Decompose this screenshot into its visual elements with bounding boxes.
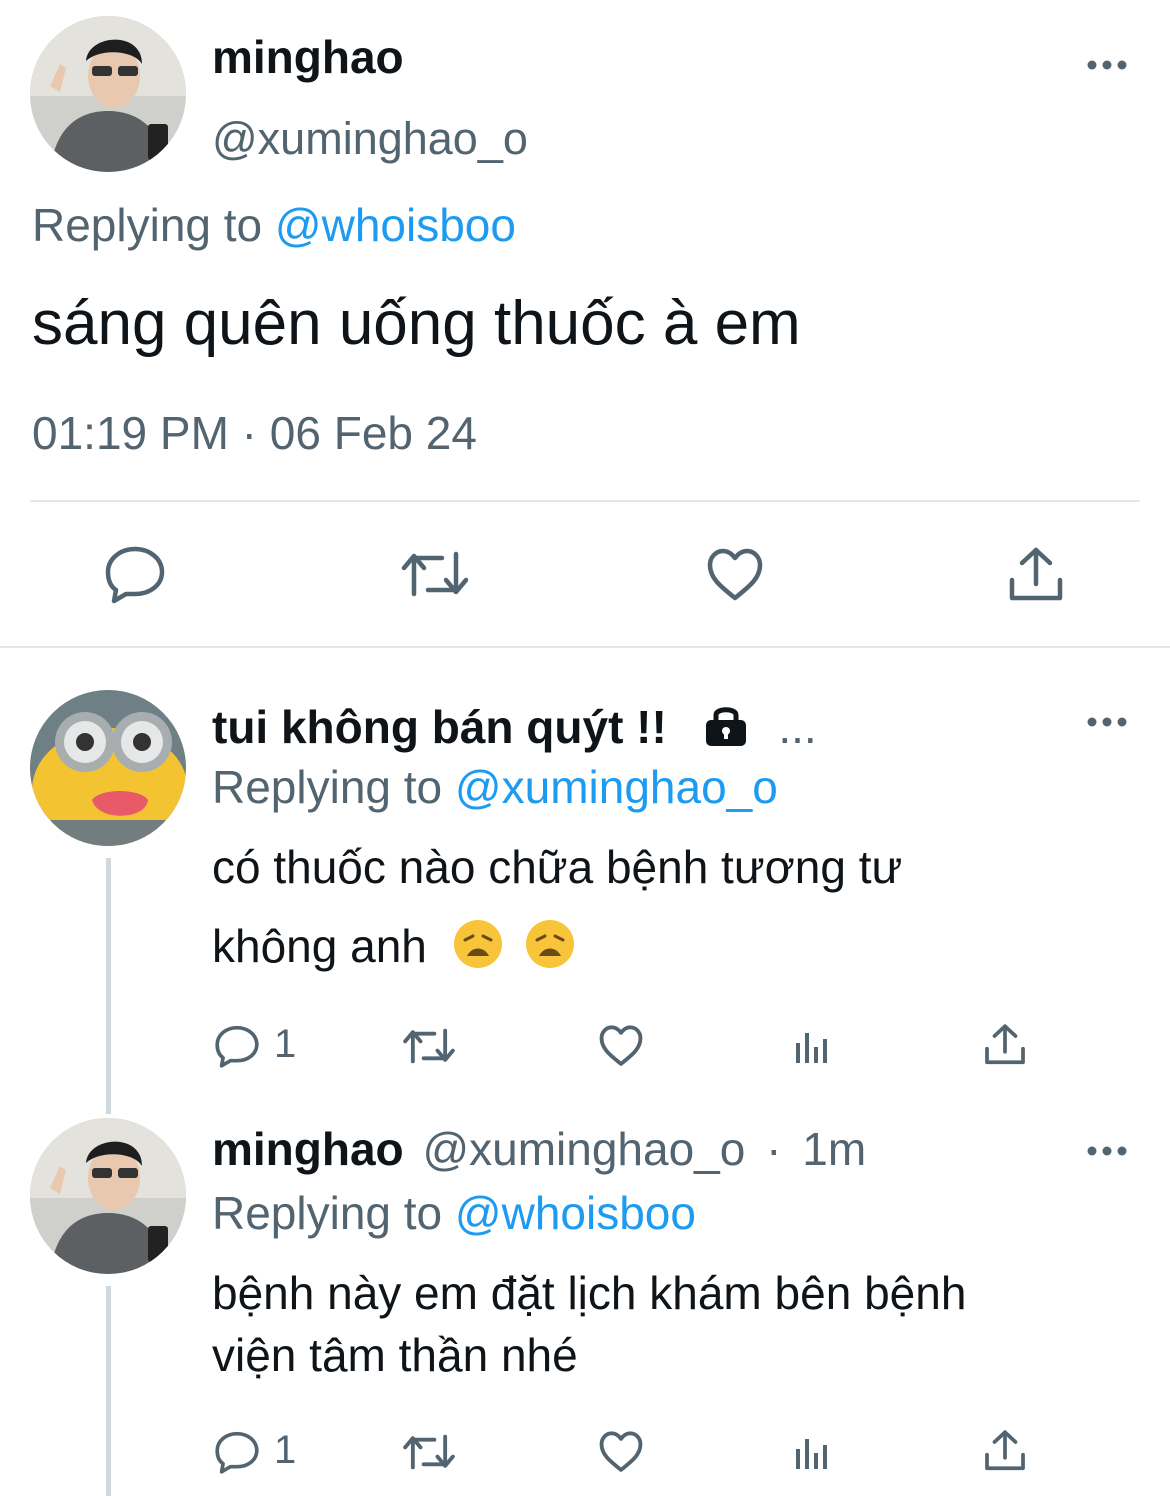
retweet-icon[interactable] [402,1026,456,1066]
reply-text-line: không anh [212,918,576,981]
replying-to-link[interactable]: @xuminghao_o [455,761,778,813]
name-truncation: ... [778,701,817,753]
reply-display-name[interactable]: tui không bán quýt !! ... [212,700,817,758]
reply-icon[interactable] [214,1430,260,1474]
reply-text-line-2: không anh [212,920,427,972]
reply-count: 1 [274,1428,297,1472]
thread-connector [106,1286,111,1496]
like-icon[interactable] [598,1025,644,1067]
reply-text-line: viện tâm thần nhé [212,1329,578,1381]
reply-avatar[interactable] [30,1118,186,1274]
reply-icon[interactable] [214,1024,260,1068]
replying-to-label: Replying to [212,1187,455,1239]
more-options-icon[interactable] [1086,715,1128,729]
replying-to-label: Replying to [212,761,455,813]
tweet-timestamp[interactable]: 01:19 PM · 06 Feb 24 [32,406,477,460]
like-icon[interactable] [706,548,764,602]
analytics-icon[interactable] [794,1027,832,1065]
reply-text-line: bệnh này em đặt lịch khám bên bệnh [212,1267,967,1319]
analytics-icon[interactable] [794,1433,832,1471]
author-avatar[interactable] [30,16,186,172]
share-icon[interactable] [984,1023,1026,1067]
reply-count: 1 [274,1022,297,1066]
replying-to-line: Replying to @whoisboo [212,1186,696,1240]
lock-icon [702,703,750,758]
retweet-icon[interactable] [400,548,470,600]
share-icon[interactable] [984,1429,1026,1473]
more-options-icon[interactable] [1086,1144,1128,1158]
thread-connector [106,858,111,1114]
reply-text-line: có thuốc nào chữa bệnh tương tư [212,841,903,893]
reply-header: minghao @xuminghao_o · 1m [212,1122,866,1176]
weary-emoji-icon [524,918,576,981]
share-icon[interactable] [1008,546,1064,604]
retweet-icon[interactable] [402,1432,456,1472]
action-bar-divider [30,500,1140,502]
author-handle[interactable]: @xuminghao_o [212,113,528,165]
author-display-name[interactable]: minghao [212,30,404,84]
section-divider [0,646,1170,648]
reply-icon[interactable] [104,544,166,604]
separator-dot: · [766,1123,782,1175]
reply-avatar[interactable] [30,690,186,846]
reply-handle[interactable]: @xuminghao_o [422,1123,745,1175]
more-options-icon[interactable] [1086,58,1128,72]
replying-to-link[interactable]: @whoisboo [455,1187,696,1239]
replying-to-line: Replying to @xuminghao_o [212,760,778,814]
replying-to-link[interactable]: @whoisboo [275,199,516,251]
like-icon[interactable] [598,1431,644,1473]
reply-time[interactable]: 1m [802,1123,866,1175]
replying-to-line: Replying to @whoisboo [32,198,516,252]
weary-emoji-icon [452,918,504,981]
reply-display-name[interactable]: minghao [212,1123,404,1175]
tweet-text: sáng quên uống thuốc à em [32,289,801,358]
reply-display-name-text: tui không bán quýt !! [212,701,667,753]
replying-to-label: Replying to [32,199,275,251]
